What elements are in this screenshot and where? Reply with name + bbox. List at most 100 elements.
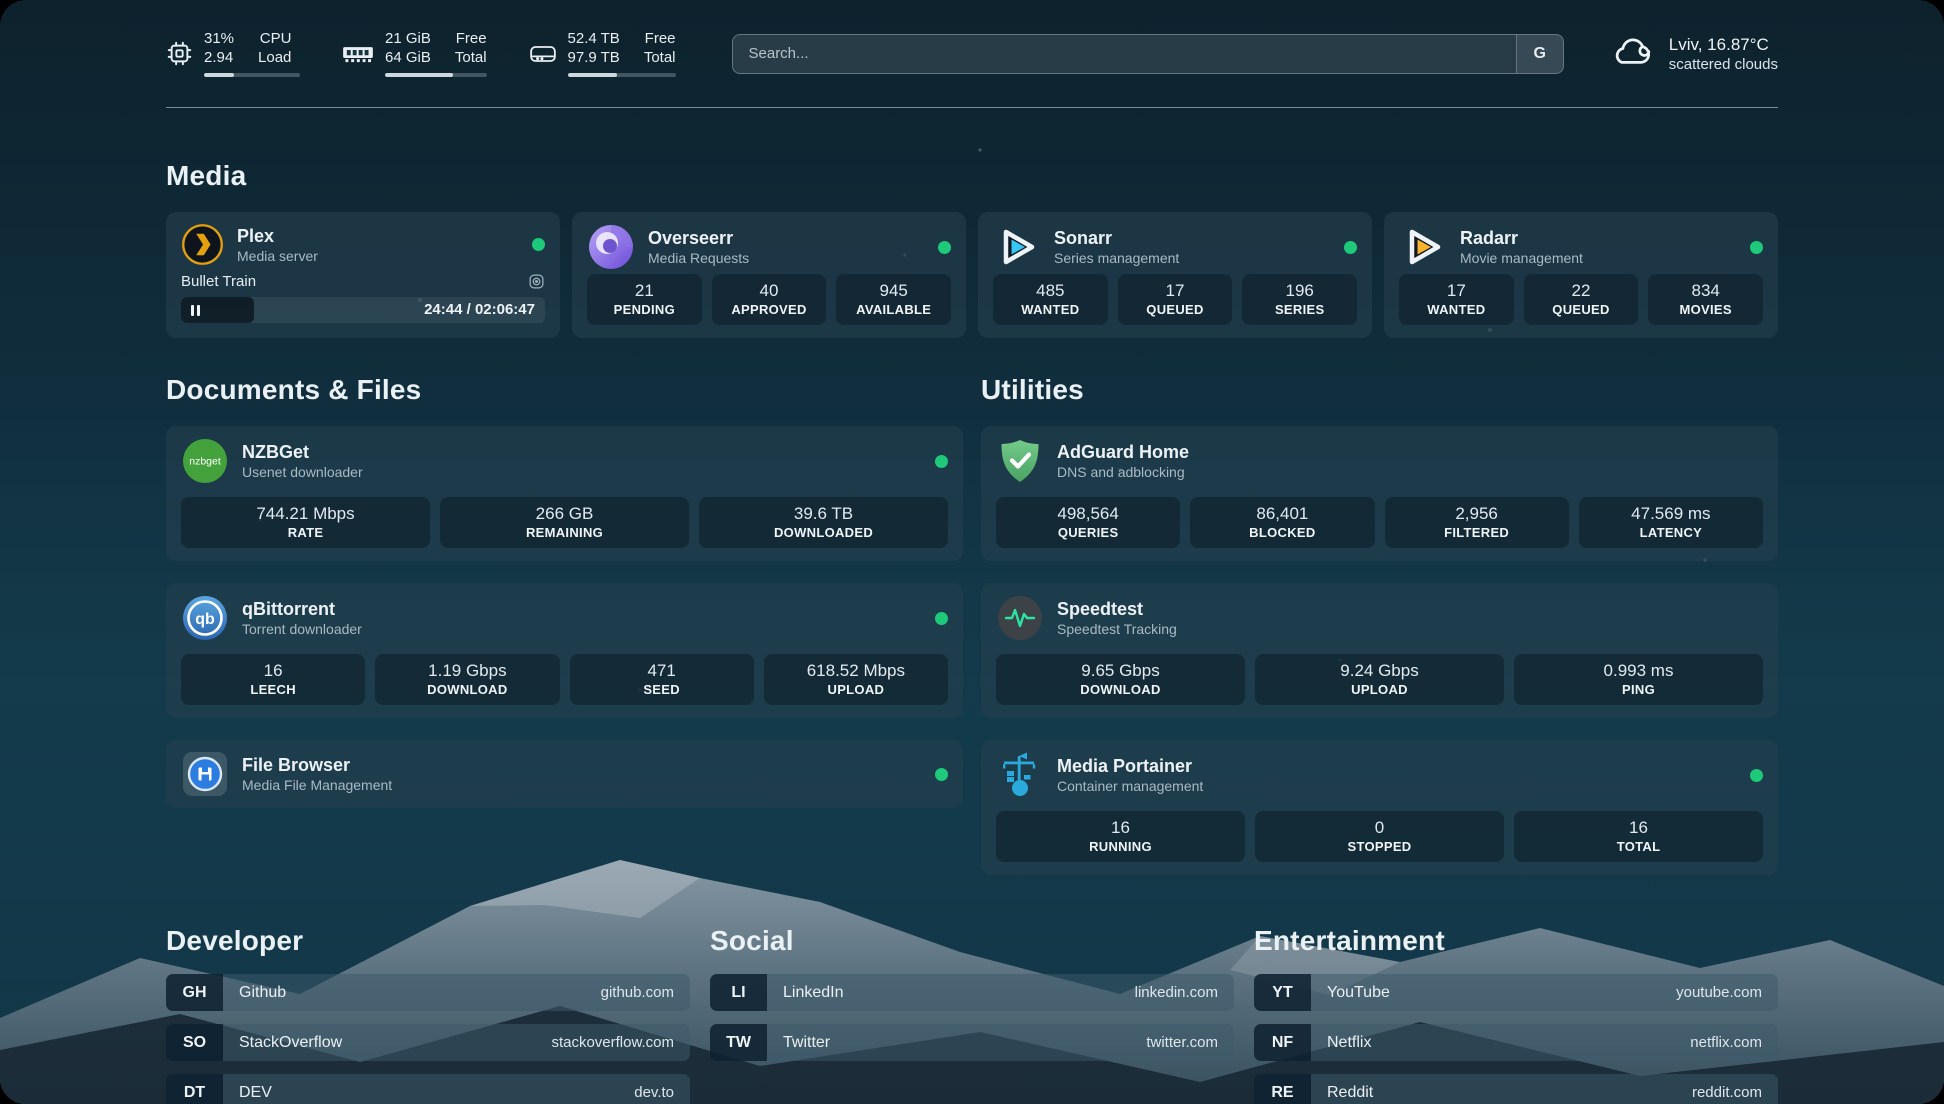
overseerr-description: Media Requests xyxy=(648,249,749,267)
adguard-icon xyxy=(996,437,1044,485)
header-divider xyxy=(166,107,1778,108)
section-title-media: Media xyxy=(166,160,1778,192)
cpu-icon xyxy=(166,40,193,67)
portainer-card[interactable]: Media Portainer Container management 16R… xyxy=(981,740,1778,875)
nzbget-card[interactable]: nzbget NZBGet Usenet downloader 74 xyxy=(166,426,963,561)
memory-icon xyxy=(342,43,374,65)
adguard-stat-queries: 498,564QUERIES xyxy=(996,497,1180,548)
sonarr-description: Series management xyxy=(1054,249,1179,267)
section-title-utilities: Utilities xyxy=(981,374,1778,406)
bookmark-linkedin[interactable]: LI LinkedIn linkedin.com xyxy=(710,974,1234,1011)
bookmark-github[interactable]: GH Github github.com xyxy=(166,974,690,1011)
weather-location-temp: Lviv, 16.87°C xyxy=(1669,34,1778,55)
cpu-usage-value: 31% xyxy=(204,30,234,48)
media-cards-row: Plex Media server Bullet Train xyxy=(166,212,1778,338)
radarr-description: Movie management xyxy=(1460,249,1583,267)
nzbget-stat-rate: 744.21 MbpsRATE xyxy=(181,497,430,548)
speedtest-stat-upload: 9.24 GbpsUPLOAD xyxy=(1255,654,1504,705)
qbittorrent-status-dot xyxy=(935,612,948,625)
nzbget-name: NZBGet xyxy=(242,441,363,463)
overseerr-stat-pending: 21PENDING xyxy=(587,274,702,325)
utilities-column: Utilities xyxy=(981,374,1778,875)
system-monitors: 31% CPU 2.94 Load xyxy=(166,30,676,77)
filebrowser-status-dot xyxy=(935,768,948,781)
nzbget-icon: nzbget xyxy=(181,437,229,485)
speedtest-name: Speedtest xyxy=(1057,598,1177,620)
speedtest-stat-ping: 0.993 msPING xyxy=(1514,654,1763,705)
section-title-entertainment: Entertainment xyxy=(1254,925,1778,957)
svg-text:nzbget: nzbget xyxy=(189,456,221,468)
plex-status-dot xyxy=(532,238,545,251)
memory-free-value: 21 GiB xyxy=(385,30,431,48)
portainer-icon xyxy=(996,751,1044,799)
radarr-name: Radarr xyxy=(1460,227,1583,249)
radarr-card[interactable]: Radarr Movie management 17WANTED 22QUEUE… xyxy=(1384,212,1778,338)
portainer-stat-total: 16TOTAL xyxy=(1514,811,1763,862)
weather-condition: scattered clouds xyxy=(1669,55,1778,74)
plex-now-playing-title: Bullet Train xyxy=(181,273,256,290)
radarr-icon xyxy=(1399,223,1447,271)
overseerr-name: Overseerr xyxy=(648,227,749,249)
portainer-name: Media Portainer xyxy=(1057,755,1203,777)
memory-progress-bar xyxy=(385,73,487,77)
memory-monitor: 21 GiB Free 64 GiB Total xyxy=(342,30,487,77)
adguard-description: DNS and adblocking xyxy=(1057,463,1189,481)
portainer-description: Container management xyxy=(1057,777,1203,795)
sonarr-stat-queued: 17QUEUED xyxy=(1118,274,1233,325)
memory-total-value: 64 GiB xyxy=(385,49,431,67)
cpu-monitor: 31% CPU 2.94 Load xyxy=(166,30,300,77)
adguard-stat-latency: 47.569 msLATENCY xyxy=(1579,497,1763,548)
qbittorrent-name: qBittorrent xyxy=(242,598,362,620)
bookmark-twitter[interactable]: TW Twitter twitter.com xyxy=(710,1024,1234,1061)
overseerr-status-dot xyxy=(938,241,951,254)
bookmark-reddit[interactable]: RE Reddit reddit.com xyxy=(1254,1074,1778,1104)
nzbget-stat-downloaded: 39.6 TBDOWNLOADED xyxy=(699,497,948,548)
social-group: Social LI LinkedIn linkedin.com TW Twitt… xyxy=(710,925,1234,1104)
plex-description: Media server xyxy=(237,247,318,265)
qbittorrent-card[interactable]: qb qBittorrent Torrent downloader xyxy=(166,583,963,718)
memory-free-label: Free xyxy=(456,30,487,48)
bookmark-youtube[interactable]: YT YouTube youtube.com xyxy=(1254,974,1778,1011)
section-title-developer: Developer xyxy=(166,925,690,957)
sonarr-stat-wanted: 485WANTED xyxy=(993,274,1108,325)
adguard-card[interactable]: AdGuard Home DNS and adblocking 498,564Q… xyxy=(981,426,1778,561)
qbittorrent-stat-seed: 471SEED xyxy=(570,654,754,705)
cpu-usage-label: CPU xyxy=(260,30,292,48)
qbittorrent-icon: qb xyxy=(181,594,229,642)
section-title-social: Social xyxy=(710,925,1234,957)
nzbget-status-dot xyxy=(935,455,948,468)
adguard-name: AdGuard Home xyxy=(1057,441,1189,463)
search-bar: G xyxy=(732,34,1564,74)
plex-card[interactable]: Plex Media server Bullet Train xyxy=(166,212,560,338)
cpu-load-label: Load xyxy=(258,49,291,67)
disk-progress-bar xyxy=(568,73,676,77)
bookmark-netflix[interactable]: NF Netflix netflix.com xyxy=(1254,1024,1778,1061)
section-title-documents: Documents & Files xyxy=(166,374,963,406)
plex-playback-progress-bar: 24:44 / 02:06:47 xyxy=(181,297,545,323)
search-provider-button[interactable]: G xyxy=(1516,35,1563,73)
filebrowser-card[interactable]: File Browser Media File Management xyxy=(166,740,963,808)
disk-total-label: Total xyxy=(644,49,676,67)
overseerr-card[interactable]: Overseerr Media Requests 21PENDING 40APP… xyxy=(572,212,966,338)
radarr-stat-queued: 22QUEUED xyxy=(1524,274,1639,325)
qbittorrent-stat-upload: 618.52 MbpsUPLOAD xyxy=(764,654,948,705)
top-bar: 31% CPU 2.94 Load xyxy=(166,30,1778,77)
search-input[interactable] xyxy=(733,35,1516,73)
entertainment-group: Entertainment YT YouTube youtube.com NF … xyxy=(1254,925,1778,1104)
portainer-stat-stopped: 0STOPPED xyxy=(1255,811,1504,862)
adguard-stat-filtered: 2,956FILTERED xyxy=(1385,497,1569,548)
sonarr-card[interactable]: Sonarr Series management 485WANTED 17QUE… xyxy=(978,212,1372,338)
plex-playback-time: 24:44 / 02:06:47 xyxy=(424,297,535,323)
cloud-icon xyxy=(1610,34,1656,73)
bookmark-dev[interactable]: DT DEV dev.to xyxy=(166,1074,690,1104)
cpu-progress-bar xyxy=(204,73,300,77)
bookmark-stackoverflow[interactable]: SO StackOverflow stackoverflow.com xyxy=(166,1024,690,1061)
filebrowser-description: Media File Management xyxy=(242,776,392,794)
session-icon[interactable] xyxy=(528,273,545,290)
overseerr-stat-approved: 40APPROVED xyxy=(712,274,827,325)
speedtest-card[interactable]: Speedtest Speedtest Tracking 9.65 GbpsDO… xyxy=(981,583,1778,718)
adguard-stat-blocked: 86,401BLOCKED xyxy=(1190,497,1374,548)
cpu-load-value: 2.94 xyxy=(204,49,234,67)
speedtest-icon xyxy=(996,594,1044,642)
nzbget-stat-remaining: 266 GBREMAINING xyxy=(440,497,689,548)
